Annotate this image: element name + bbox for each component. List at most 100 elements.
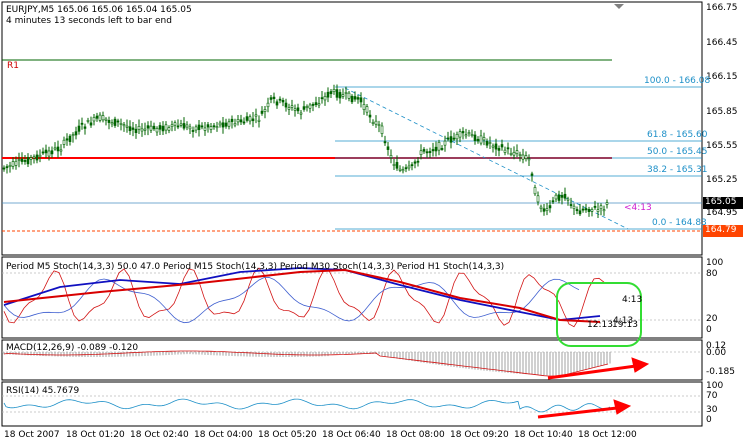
candle-body bbox=[149, 125, 153, 131]
candle-body bbox=[290, 105, 294, 108]
candle-body bbox=[221, 122, 225, 128]
candle-body bbox=[332, 89, 336, 92]
fib-label-38: 38.2 - 165.31 bbox=[647, 165, 708, 175]
candle-body bbox=[521, 154, 525, 160]
candle-body bbox=[278, 98, 282, 101]
candle-body bbox=[287, 107, 291, 110]
candle-body bbox=[299, 112, 303, 115]
candle-body bbox=[566, 198, 570, 201]
fib-label-50: 50.0 - 165.45 bbox=[647, 147, 708, 157]
candle-body bbox=[344, 92, 348, 94]
candle-body bbox=[431, 149, 435, 152]
candle-body bbox=[527, 158, 531, 161]
macd-histogram bbox=[3, 352, 611, 376]
candle-body bbox=[605, 202, 609, 205]
candle-body bbox=[95, 115, 99, 119]
arrow-icon bbox=[537, 357, 650, 419]
candle-body bbox=[545, 208, 549, 211]
candle-body bbox=[539, 206, 543, 209]
candle-body bbox=[404, 167, 408, 170]
fib-label-0: 0.0 - 164.83 bbox=[652, 218, 707, 228]
candle-body bbox=[20, 158, 24, 162]
stoch-tick: 20 bbox=[706, 314, 718, 324]
candle-body bbox=[170, 124, 174, 127]
candle-body bbox=[476, 138, 480, 142]
candle-body bbox=[470, 134, 474, 136]
candle-body bbox=[152, 125, 156, 130]
candle-body bbox=[110, 122, 114, 125]
candle-body bbox=[503, 149, 507, 153]
stoch-tick: 100 bbox=[706, 258, 724, 268]
candle-body bbox=[176, 125, 180, 128]
candle-body bbox=[401, 169, 405, 172]
candle-body bbox=[245, 116, 249, 121]
fib-label-100: 100.0 - 166.08 bbox=[644, 76, 711, 86]
candle-body bbox=[224, 122, 228, 127]
candle-body bbox=[509, 153, 513, 155]
time-tick: 18 Oct 12:00 bbox=[578, 430, 637, 440]
candle-body bbox=[410, 164, 414, 167]
countdown-label: <4:13 bbox=[624, 203, 652, 213]
candle-body bbox=[587, 209, 591, 212]
candle-body bbox=[74, 131, 78, 136]
candle-body bbox=[59, 149, 63, 152]
stoch-title: Period M5 Stoch(14,3,3) 50.0 47.0 Period… bbox=[6, 262, 505, 272]
candle-body bbox=[347, 92, 351, 99]
candle-body bbox=[395, 162, 399, 169]
rsi-tick: 0 bbox=[706, 415, 712, 425]
candle-body bbox=[377, 124, 381, 126]
candle-body bbox=[506, 147, 510, 150]
candle-body bbox=[185, 124, 189, 128]
stoch-time-label: 19:13 bbox=[612, 320, 638, 330]
candle-body bbox=[23, 160, 27, 162]
candle-body bbox=[407, 165, 411, 169]
candle-body bbox=[140, 128, 144, 132]
candle-body bbox=[92, 117, 96, 122]
candle-body bbox=[218, 122, 222, 126]
candle-body bbox=[254, 114, 258, 117]
candle-body bbox=[116, 120, 120, 123]
candle-body bbox=[38, 154, 42, 158]
pivot-r1-label: R1 bbox=[7, 61, 19, 71]
candle-body bbox=[212, 125, 216, 128]
macd-tick: -0.185 bbox=[706, 367, 736, 377]
candle-body bbox=[326, 91, 330, 98]
candle-body bbox=[50, 150, 54, 155]
candle-body bbox=[56, 146, 60, 152]
candle-series bbox=[2, 84, 609, 218]
candle-body bbox=[428, 151, 432, 153]
stochastic-lines bbox=[3, 267, 605, 328]
candle-body bbox=[449, 136, 453, 143]
candle-body bbox=[230, 118, 234, 122]
candle-body bbox=[86, 119, 90, 122]
candle-body bbox=[251, 118, 255, 122]
candle-body bbox=[458, 131, 462, 138]
time-tick: 18 Oct 04:00 bbox=[194, 430, 253, 440]
candle-body bbox=[497, 148, 501, 151]
price-panel[interactable] bbox=[0, 0, 744, 443]
low-price-tag: 164.79 bbox=[703, 225, 743, 237]
stoch-tick: 80 bbox=[706, 269, 718, 279]
candle-body bbox=[284, 102, 288, 108]
candle-body bbox=[89, 122, 93, 126]
candle-body bbox=[17, 159, 21, 161]
candle-body bbox=[350, 95, 354, 103]
candle-body bbox=[473, 134, 477, 142]
candle-body bbox=[308, 104, 312, 109]
candle-body bbox=[119, 123, 123, 125]
candle-body bbox=[53, 147, 57, 150]
candle-body bbox=[446, 137, 450, 140]
candle-body bbox=[542, 208, 546, 212]
candle-body bbox=[281, 99, 285, 103]
stoch-m30-line bbox=[3, 267, 601, 321]
candle-body bbox=[8, 164, 12, 168]
shift-marker-icon[interactable] bbox=[614, 4, 624, 9]
candle-body bbox=[488, 142, 492, 144]
candle-body bbox=[29, 157, 33, 160]
candle-body bbox=[596, 209, 600, 212]
candle-body bbox=[47, 150, 51, 157]
candle-body bbox=[371, 122, 375, 124]
candle-body bbox=[383, 141, 387, 144]
candle-body bbox=[425, 151, 429, 154]
candle-body bbox=[35, 154, 39, 161]
